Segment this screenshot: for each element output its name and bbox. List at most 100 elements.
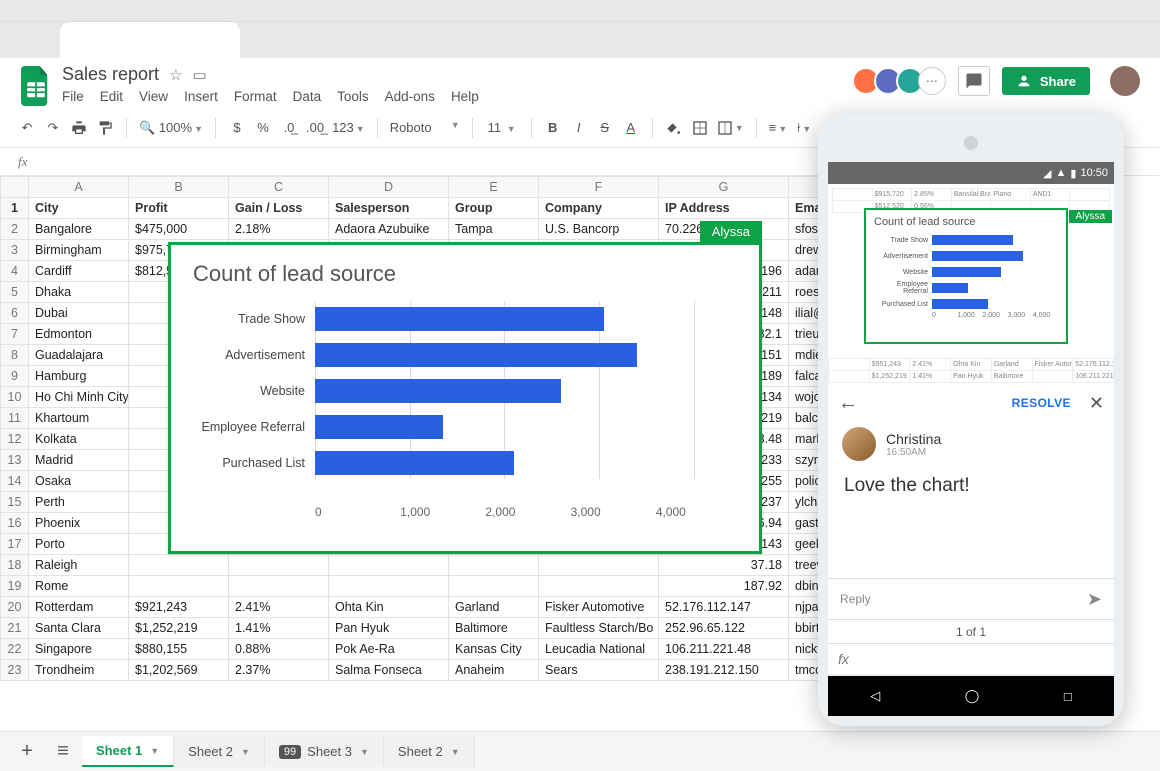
resolve-button[interactable]: RESOLVE bbox=[1012, 396, 1071, 410]
browser-tab[interactable] bbox=[60, 22, 240, 58]
add-sheet-button[interactable]: + bbox=[10, 737, 44, 767]
browser-tab-strip bbox=[0, 22, 1160, 58]
phone-status-bar: ◢ ▲ ▮ 10:50 bbox=[828, 162, 1114, 184]
chart-title: Count of lead source bbox=[193, 261, 741, 287]
share-button[interactable]: Share bbox=[1002, 67, 1090, 95]
redo-button[interactable]: ↷ bbox=[44, 120, 62, 136]
app-header: Sales report ☆ ▭ File Edit View Insert Forma… bbox=[0, 58, 1160, 108]
wifi-icon: ▲ bbox=[1056, 167, 1067, 179]
paint-format-button[interactable] bbox=[96, 119, 114, 136]
more-formats-button[interactable]: 123▼ bbox=[332, 120, 365, 135]
chart-bar bbox=[315, 343, 637, 367]
menu-add-ons[interactable]: Add-ons bbox=[385, 89, 435, 104]
chart-bar bbox=[315, 379, 561, 403]
commenter-avatar bbox=[842, 427, 876, 461]
phone-sheet-preview[interactable]: Alyssa $915,7202.85%Bansilal BrataPlanoA… bbox=[828, 184, 1114, 358]
column-header[interactable]: A bbox=[29, 177, 129, 198]
strikethrough-button[interactable]: S bbox=[596, 120, 614, 135]
account-avatar[interactable] bbox=[1108, 64, 1142, 98]
chart-bar bbox=[315, 415, 443, 439]
nav-recent-icon[interactable]: □ bbox=[1064, 689, 1072, 704]
decrease-decimal-button[interactable]: .0̲ bbox=[280, 120, 298, 135]
back-button[interactable]: ← bbox=[838, 392, 858, 415]
chart-category-label: Advertisement bbox=[189, 348, 315, 362]
borders-button[interactable] bbox=[691, 119, 709, 136]
close-button[interactable]: ✕ bbox=[1089, 393, 1104, 414]
collaborator-avatars[interactable]: ⋯ bbox=[858, 67, 946, 95]
chart-category-label: Trade Show bbox=[189, 312, 315, 326]
collaborator-tag: Alyssa bbox=[700, 221, 762, 242]
move-folder-icon[interactable]: ▭ bbox=[193, 66, 207, 84]
print-button[interactable] bbox=[70, 119, 88, 136]
horizontal-align-button[interactable]: ≡▼ bbox=[769, 120, 788, 135]
font-size-select[interactable]: 11 ▼ bbox=[485, 120, 519, 135]
sheet-tab[interactable]: Sheet 2▼ bbox=[174, 736, 265, 767]
chart-category-label: Employee Referral bbox=[189, 420, 315, 434]
vertical-align-button[interactable]: ⍿▼ bbox=[795, 120, 813, 136]
chart-category-label: Website bbox=[189, 384, 315, 398]
zoom-select[interactable]: 🔍 100%▼ bbox=[139, 120, 203, 136]
format-currency-button[interactable]: $ bbox=[228, 120, 246, 135]
sheet-tab[interactable]: 99Sheet 3▼ bbox=[265, 736, 384, 767]
column-header[interactable]: D bbox=[329, 177, 449, 198]
sheet-tab[interactable]: Sheet 2▼ bbox=[384, 736, 475, 767]
fx-icon: fx bbox=[18, 154, 54, 170]
column-header[interactable]: C bbox=[229, 177, 329, 198]
menu-format[interactable]: Format bbox=[234, 89, 277, 104]
menu-file[interactable]: File bbox=[62, 89, 84, 104]
column-header[interactable]: G bbox=[659, 177, 789, 198]
phone-collaborator-tag: Alyssa bbox=[1069, 210, 1112, 223]
menu-insert[interactable]: Insert bbox=[184, 89, 218, 104]
chart-bar bbox=[315, 451, 514, 475]
all-sheets-button[interactable]: ≡ bbox=[46, 737, 80, 767]
format-percent-button[interactable]: % bbox=[254, 120, 272, 135]
italic-button[interactable]: I bbox=[570, 120, 588, 135]
share-label: Share bbox=[1040, 74, 1076, 89]
phone-comment-header: ← RESOLVE ✕ bbox=[828, 383, 1114, 423]
battery-icon: ▮ bbox=[1070, 167, 1076, 180]
browser-chrome bbox=[0, 0, 1160, 22]
menu-view[interactable]: View bbox=[139, 89, 168, 104]
column-header[interactable]: F bbox=[539, 177, 659, 198]
comment-pager[interactable]: 1 of 1 bbox=[828, 620, 1114, 644]
bold-button[interactable]: B bbox=[544, 120, 562, 135]
nav-back-icon[interactable]: ◁ bbox=[870, 688, 880, 704]
increase-decimal-button[interactable]: .00̲ bbox=[306, 120, 324, 135]
open-comments-button[interactable] bbox=[958, 66, 990, 96]
menu-tools[interactable]: Tools bbox=[337, 89, 369, 104]
menu-data[interactable]: Data bbox=[293, 89, 322, 104]
chart-overlay[interactable]: Alyssa Count of lead source Trade ShowAd… bbox=[168, 242, 762, 554]
sheet-tab[interactable]: Sheet 1▼ bbox=[82, 736, 174, 767]
sheets-logo[interactable] bbox=[18, 64, 54, 108]
text-color-button[interactable]: A bbox=[622, 120, 640, 135]
star-icon[interactable]: ☆ bbox=[169, 66, 182, 84]
phone-chart-title: Count of lead source bbox=[874, 216, 1058, 228]
column-header[interactable]: E bbox=[449, 177, 539, 198]
menu-help[interactable]: Help bbox=[451, 89, 479, 104]
merge-cells-button[interactable]: ▼ bbox=[717, 119, 744, 136]
comment-timestamp: 16:50AM bbox=[886, 447, 941, 458]
doc-title[interactable]: Sales report bbox=[62, 64, 159, 85]
signal-icon: ◢ bbox=[1043, 167, 1051, 180]
send-icon[interactable]: ➤ bbox=[1087, 589, 1102, 610]
reply-input[interactable]: Reply ➤ bbox=[828, 578, 1114, 620]
phone-formula-bar[interactable]: fx bbox=[828, 644, 1114, 674]
phone-nav-bar: ◁ ◯ □ bbox=[828, 676, 1114, 716]
commenter-name: Christina bbox=[886, 431, 941, 447]
chart-category-label: Purchased List bbox=[189, 456, 315, 470]
phone-clock: 10:50 bbox=[1080, 167, 1108, 179]
font-select[interactable]: Roboto ▼ bbox=[390, 120, 460, 135]
phone-chart[interactable]: Count of lead source Trade ShowAdvertise… bbox=[864, 208, 1068, 344]
undo-button[interactable]: ↶ bbox=[18, 120, 36, 136]
fill-color-button[interactable] bbox=[665, 119, 683, 136]
sheet-tab-bar: + ≡ Sheet 1▼Sheet 2▼99Sheet 3▼Sheet 2▼ bbox=[0, 731, 1160, 771]
nav-home-icon[interactable]: ◯ bbox=[965, 688, 980, 704]
column-header[interactable]: B bbox=[129, 177, 229, 198]
comment-body: Love the chart! bbox=[828, 465, 1114, 507]
menu-bar: File Edit View Insert Format Data Tools Add-ons… bbox=[62, 89, 479, 104]
phone-mockup: ◢ ▲ ▮ 10:50 Alyssa $915,7202.85%Bansilal… bbox=[818, 114, 1124, 726]
menu-edit[interactable]: Edit bbox=[100, 89, 123, 104]
avatar-more[interactable]: ⋯ bbox=[918, 67, 946, 95]
chart-bar bbox=[315, 307, 604, 331]
reply-placeholder: Reply bbox=[840, 592, 871, 606]
